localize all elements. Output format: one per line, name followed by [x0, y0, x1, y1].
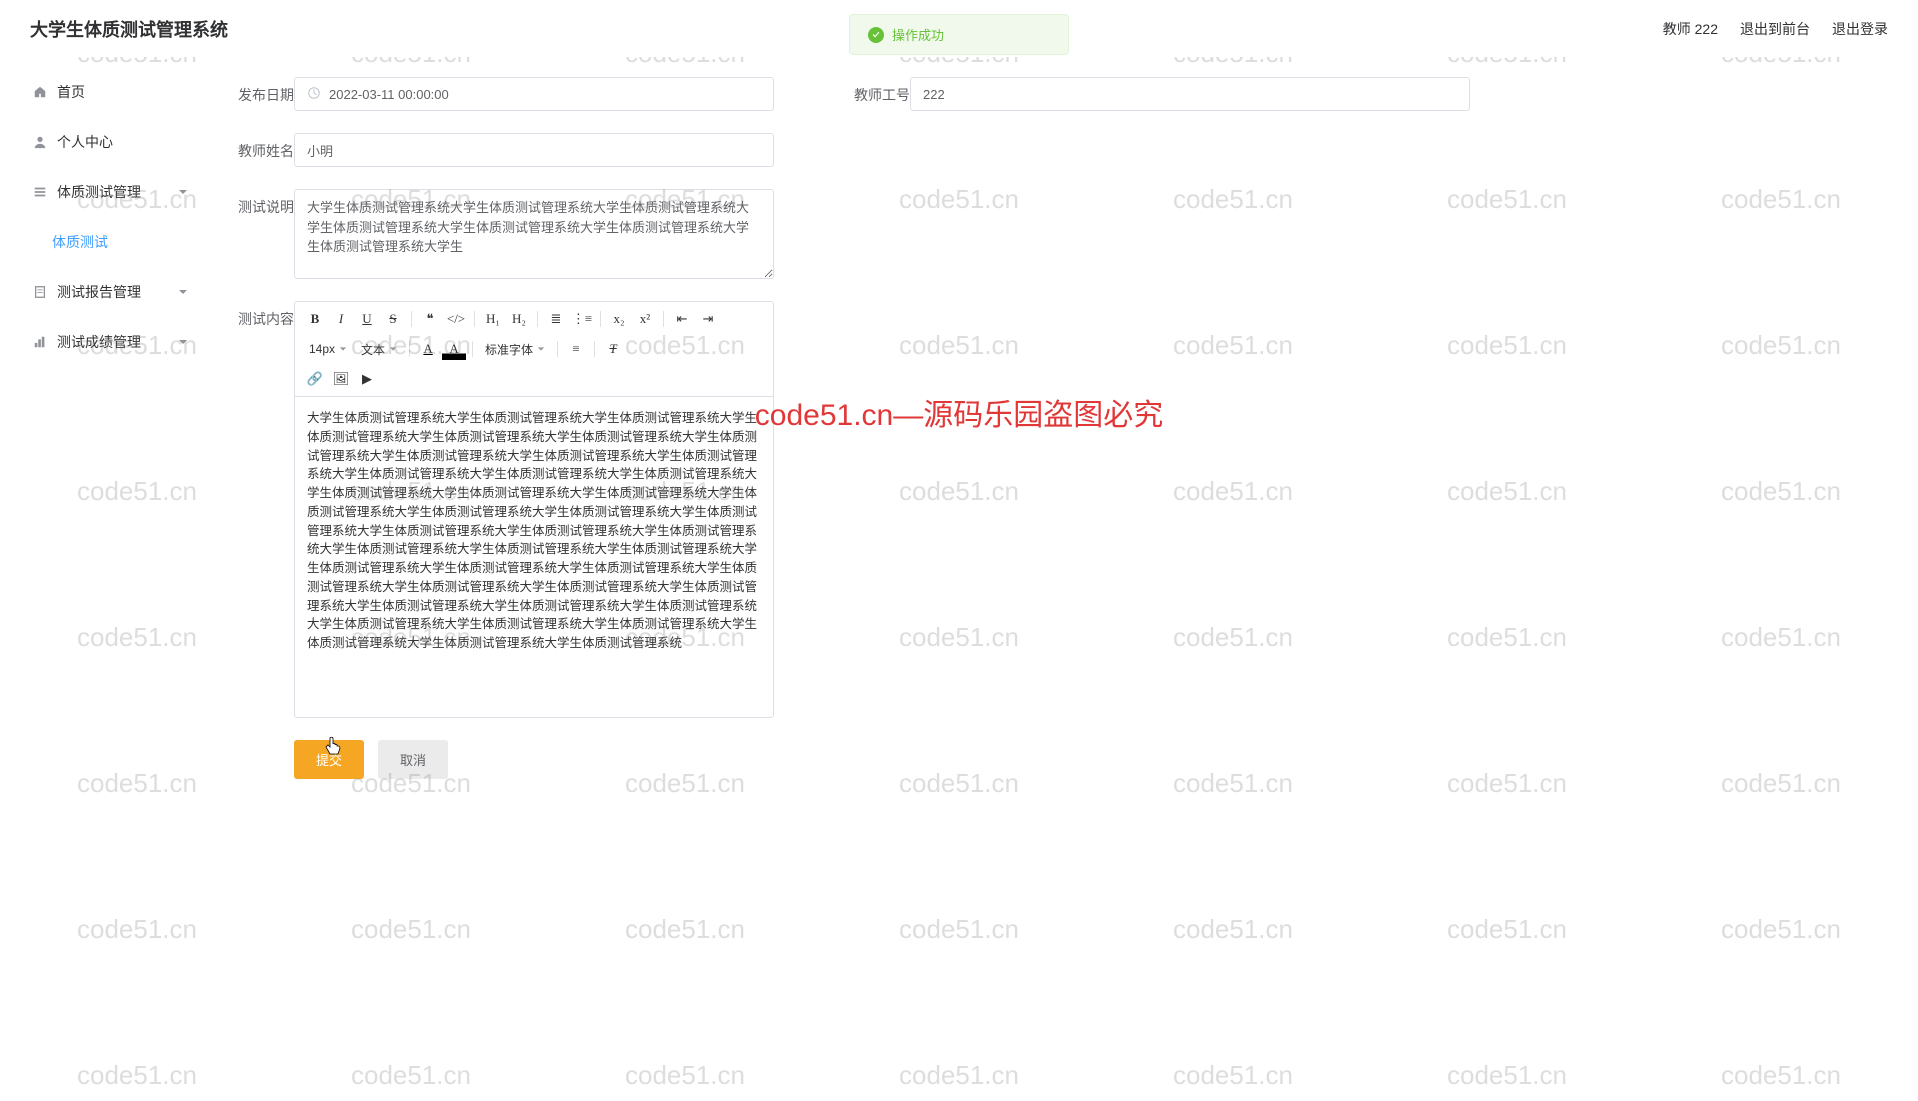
italic-button[interactable]: I [329, 308, 353, 330]
font-color-button[interactable]: A [416, 338, 440, 360]
subscript-button[interactable]: x₂ [607, 308, 631, 330]
strikethrough-button[interactable]: S [381, 308, 405, 330]
watermark-text: code51.cn [899, 1060, 1019, 1091]
sidebar: 首页 个人中心 体质测试管理 体质测试 测试报告管理 测试成绩管理 [0, 57, 208, 970]
indent-right-button[interactable]: ⇥ [696, 308, 720, 330]
teacher-name-label: 教师姓名 [238, 133, 294, 161]
clock-icon [307, 86, 321, 103]
teacher-name-input[interactable] [294, 133, 774, 167]
publish-date-group: 发布日期 [238, 77, 774, 111]
paragraph-select[interactable]: 文本 [355, 341, 403, 358]
chevron-down-icon [178, 337, 188, 347]
test-content-group: 测试内容 B I U S ❝ </> H₁ H₂ [238, 301, 774, 718]
underline-button[interactable]: U [355, 308, 379, 330]
sidebar-item-physical-test-mgmt[interactable]: 体质测试管理 [0, 167, 208, 217]
toolbar-separator [663, 311, 664, 327]
image-button[interactable]: 🖼 [329, 368, 353, 390]
home-icon [33, 85, 47, 99]
success-toast: 操作成功 [849, 14, 1069, 55]
sidebar-item-home[interactable]: 首页 [0, 67, 208, 117]
list-icon [33, 185, 47, 199]
chevron-down-icon [178, 187, 188, 197]
sidebar-item-label: 测试报告管理 [57, 282, 178, 302]
toast-text: 操作成功 [892, 25, 944, 44]
toolbar-separator [594, 341, 595, 357]
teacher-name-group: 教师姓名 [238, 133, 774, 167]
sidebar-item-label: 首页 [57, 82, 188, 102]
watermark-text: code51.cn [1173, 1060, 1293, 1091]
sidebar-item-profile[interactable]: 个人中心 [0, 117, 208, 167]
test-content-label: 测试内容 [238, 301, 294, 329]
report-icon [33, 285, 47, 299]
watermark-text: code51.cn [1447, 1060, 1567, 1091]
sidebar-item-report-mgmt[interactable]: 测试报告管理 [0, 267, 208, 317]
ordered-list-button[interactable]: ≣ [544, 308, 568, 330]
teacher-id-label: 教师工号 [854, 77, 910, 105]
publish-date-label: 发布日期 [238, 77, 294, 105]
superscript-button[interactable]: x² [633, 308, 657, 330]
chevron-down-icon [178, 287, 188, 297]
align-button[interactable]: ≡ [564, 338, 588, 360]
app-title: 大学生体质测试管理系统 [30, 16, 228, 42]
exit-to-front-link[interactable]: 退出到前台 [1740, 19, 1810, 39]
sidebar-item-score-mgmt[interactable]: 测试成绩管理 [0, 317, 208, 367]
toolbar-separator [557, 341, 558, 357]
toolbar-separator [537, 311, 538, 327]
font-family-select[interactable]: 标准字体 [479, 341, 551, 358]
rich-text-editor: B I U S ❝ </> H₁ H₂ ≣ ⋮≡ [294, 301, 774, 718]
quote-button[interactable]: ❝ [418, 308, 442, 330]
bar-chart-icon [33, 335, 47, 349]
watermark-text: code51.cn [77, 1060, 197, 1091]
sidebar-item-label: 体质测试 [52, 232, 188, 252]
main-content: 发布日期 教师工号 教师姓名 测 [208, 57, 1918, 970]
test-desc-label: 测试说明 [238, 189, 294, 217]
publish-date-field[interactable] [329, 87, 761, 102]
teacher-id-group: 教师工号 [854, 77, 1470, 111]
test-desc-group: 测试说明 [238, 189, 774, 279]
toolbar-separator [600, 311, 601, 327]
sidebar-item-physical-test[interactable]: 体质测试 [0, 217, 208, 267]
watermark-text: code51.cn [625, 1060, 745, 1091]
font-size-select[interactable]: 14px [303, 342, 353, 356]
watermark-text: code51.cn [351, 1060, 471, 1091]
sidebar-item-label: 个人中心 [57, 132, 188, 152]
cancel-button[interactable]: 取消 [378, 740, 448, 779]
toolbar-separator [472, 341, 473, 357]
teacher-id-input[interactable] [910, 77, 1470, 111]
logout-link[interactable]: 退出登录 [1832, 19, 1888, 39]
clear-format-button[interactable]: T [601, 338, 625, 360]
submit-button[interactable]: 提交 [294, 740, 364, 779]
unordered-list-button[interactable]: ⋮≡ [570, 308, 594, 330]
sidebar-item-label: 体质测试管理 [57, 182, 178, 202]
editor-content[interactable]: 大学生体质测试管理系统大学生体质测试管理系统大学生体质测试管理系统大学生体质测试… [295, 397, 773, 717]
bold-button[interactable]: B [303, 308, 327, 330]
test-desc-textarea[interactable] [294, 189, 774, 279]
editor-toolbar: B I U S ❝ </> H₁ H₂ ≣ ⋮≡ [295, 302, 773, 397]
bg-color-button[interactable]: A [442, 338, 466, 360]
link-button[interactable]: 🔗 [303, 368, 327, 390]
h1-button[interactable]: H₁ [481, 308, 505, 330]
toolbar-separator [409, 341, 410, 357]
watermark-text: code51.cn [1721, 1060, 1841, 1091]
video-button[interactable]: ▶ [355, 368, 379, 390]
toolbar-separator [474, 311, 475, 327]
code-button[interactable]: </> [444, 308, 468, 330]
indent-left-button[interactable]: ⇤ [670, 308, 694, 330]
h2-button[interactable]: H₂ [507, 308, 531, 330]
sidebar-item-label: 测试成绩管理 [57, 332, 178, 352]
user-icon [33, 135, 47, 149]
publish-date-input[interactable] [294, 77, 774, 111]
toolbar-separator [411, 311, 412, 327]
user-label[interactable]: 教师 222 [1663, 19, 1718, 39]
check-circle-icon [868, 27, 884, 43]
